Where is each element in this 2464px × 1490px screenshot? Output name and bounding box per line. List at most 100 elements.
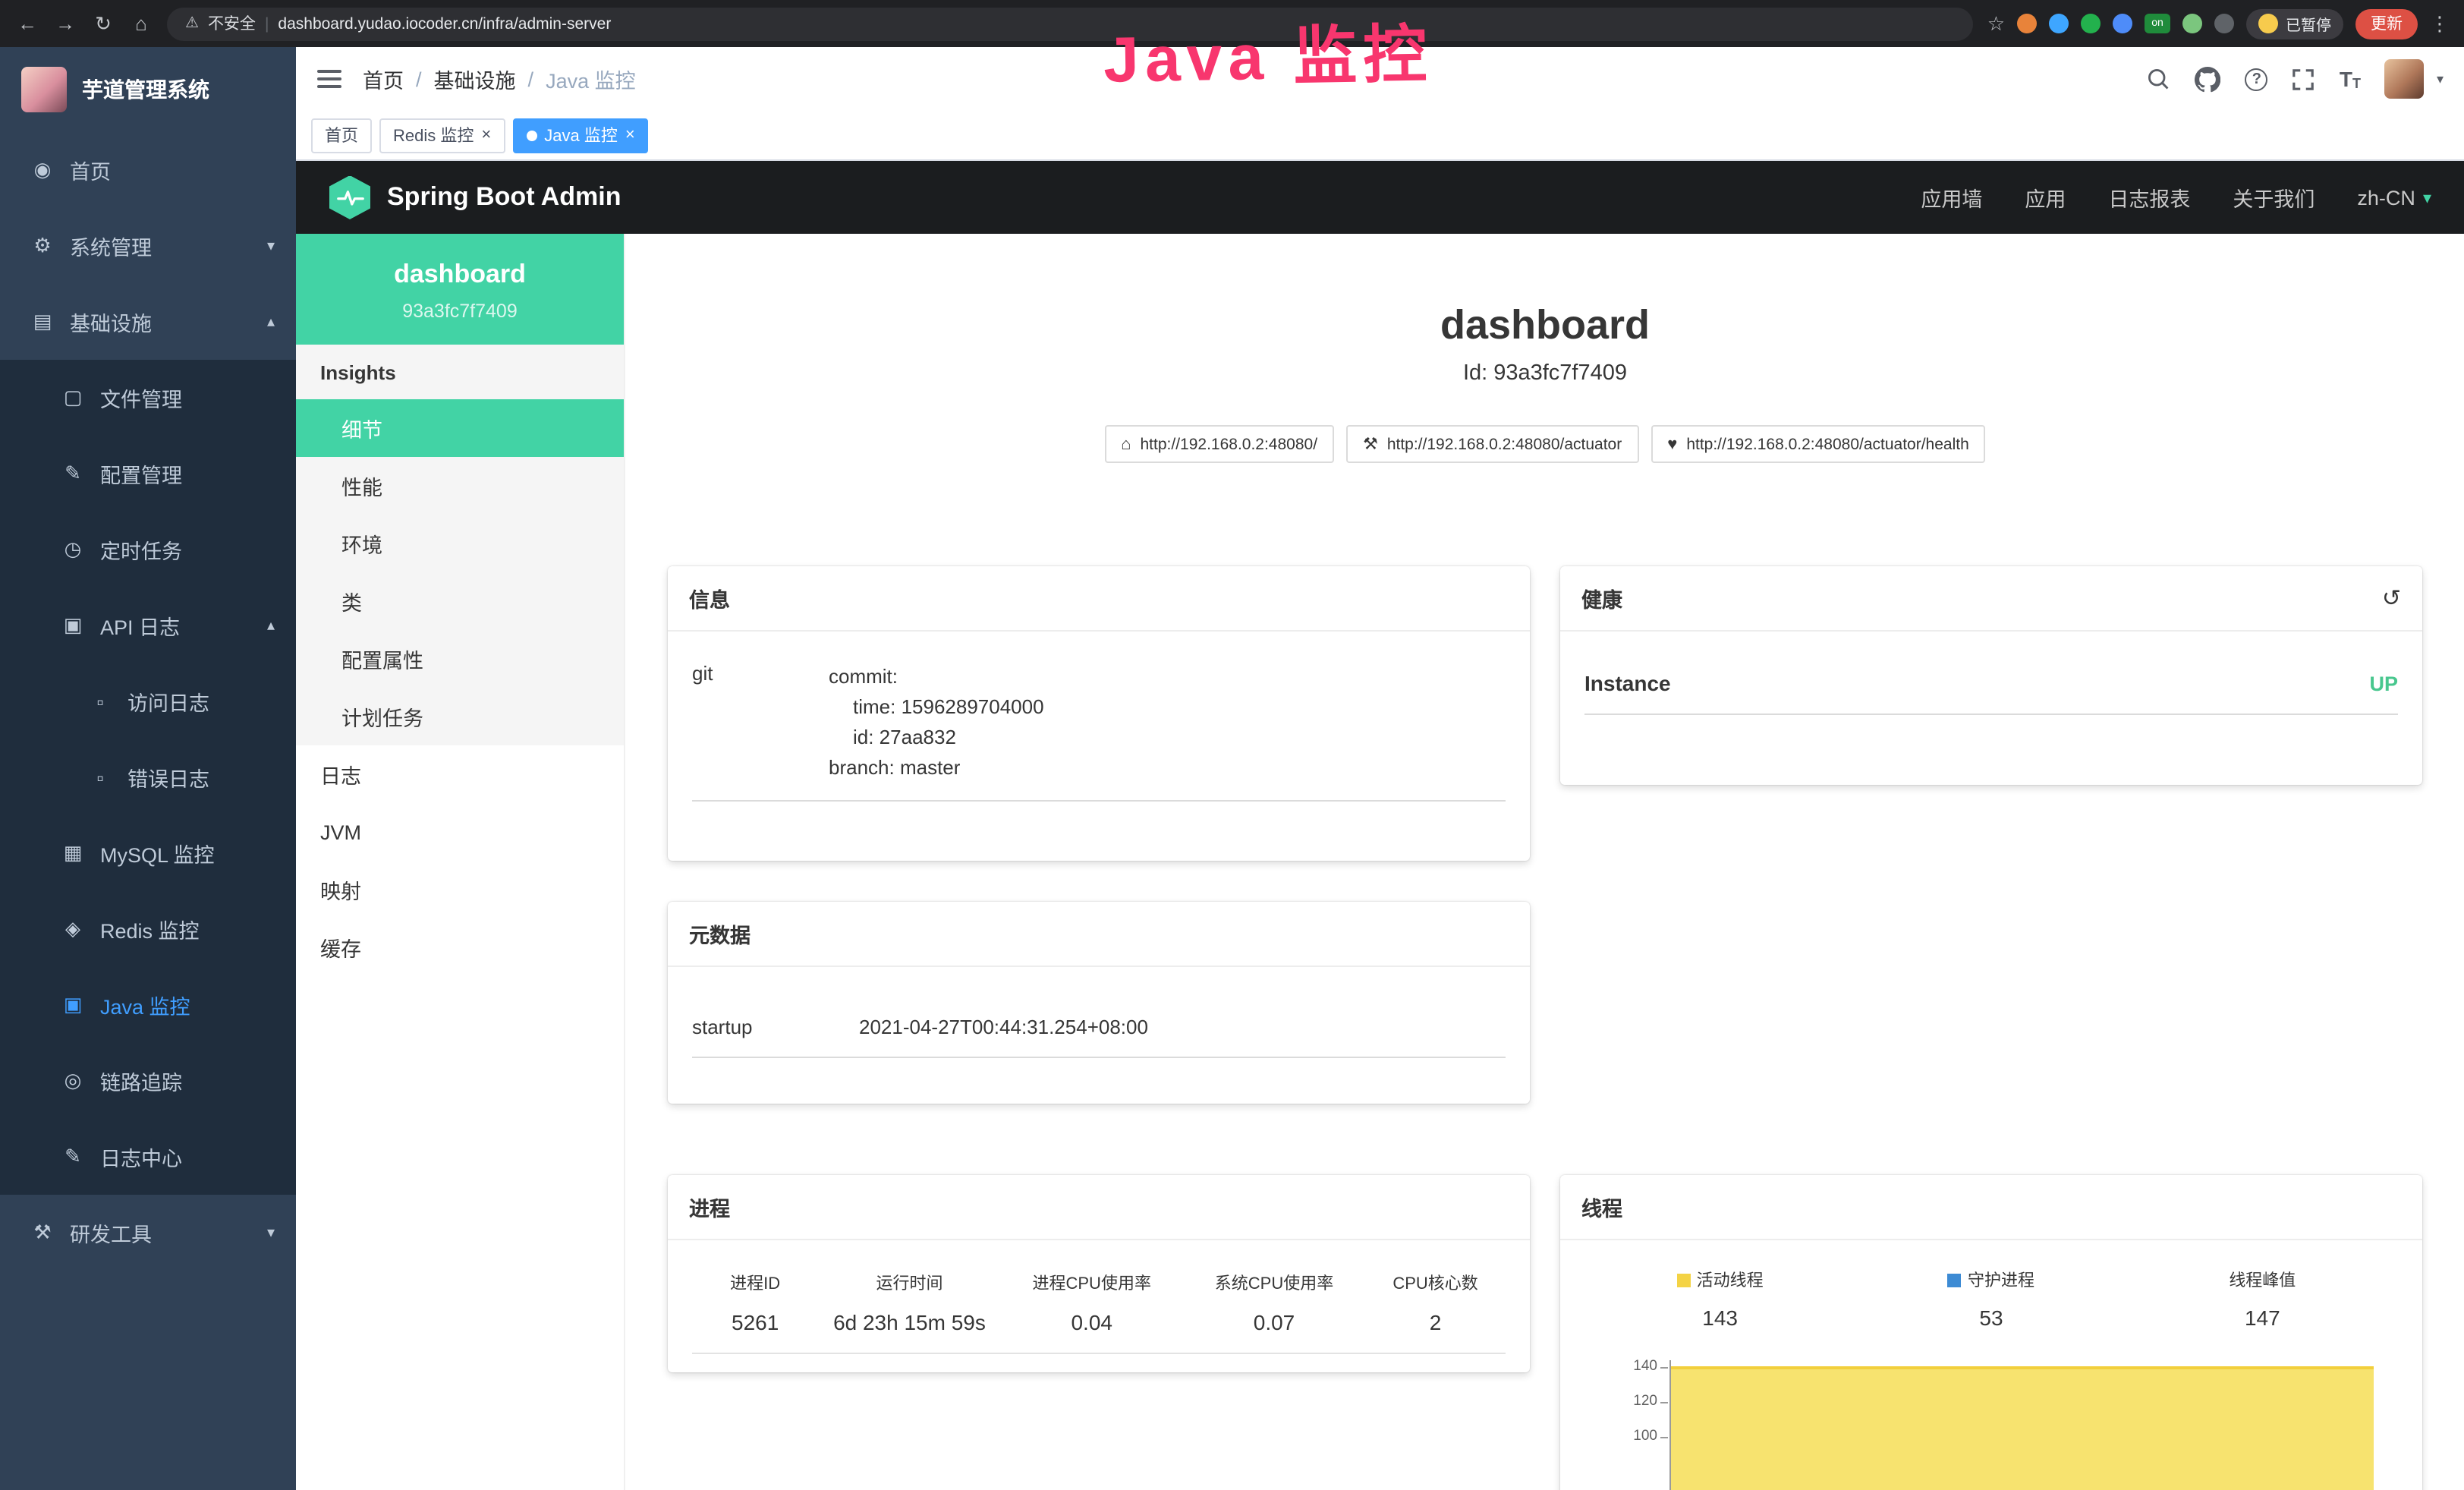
forward-icon[interactable]: →: [53, 12, 77, 35]
info-card-title: 信息: [689, 583, 730, 613]
sidebar-item-config-mgmt[interactable]: ✎ 配置管理: [0, 436, 296, 512]
font-size-icon[interactable]: TT: [2340, 67, 2361, 91]
home-icon[interactable]: ⌂: [129, 12, 153, 35]
github-icon[interactable]: [2195, 66, 2221, 92]
sidebar-item-devtools[interactable]: ⚒ 研发工具 ▾: [0, 1195, 296, 1271]
app-logo[interactable]: 芋道管理系统: [0, 47, 296, 132]
help-icon[interactable]: ?: [2245, 68, 2268, 90]
service-url-link[interactable]: ⌂ http://192.168.0.2:48080/: [1104, 425, 1334, 463]
avatar[interactable]: [2385, 59, 2425, 99]
browser-menu-icon[interactable]: ⋮: [2430, 11, 2450, 36]
update-button[interactable]: 更新: [2355, 8, 2418, 39]
address-bar[interactable]: ⚠ 不安全 | dashboard.yudao.iocoder.cn/infra…: [167, 7, 1974, 40]
metadata-label: startup: [692, 1016, 859, 1038]
live-threads-area: [1671, 1366, 2374, 1490]
process-col-header: 运行时间: [818, 1271, 1000, 1295]
trace-icon: ◎: [61, 1069, 85, 1093]
logo-image: [21, 67, 67, 112]
back-icon[interactable]: ←: [15, 12, 39, 35]
sba-item-logs[interactable]: 日志: [296, 745, 624, 803]
sidebar-item-label: Redis 监控: [100, 914, 200, 944]
hamburger-icon[interactable]: [317, 70, 341, 88]
sba-nav-applications[interactable]: 应用: [2025, 182, 2066, 213]
sba-main: dashboard Id: 93a3fc7f7409 ⌂ http://192.…: [625, 234, 2464, 1490]
process-cpu-value: 0.04: [1001, 1310, 1183, 1334]
fullscreen-icon[interactable]: [2292, 68, 2315, 90]
sidebar-item-infra[interactable]: ▤ 基础设施 ▴: [0, 284, 296, 360]
avatar-caret-icon[interactable]: ▾: [2437, 71, 2444, 87]
sidebar-item-error-log[interactable]: ▫ 错误日志: [0, 739, 296, 815]
sba-item-configprops[interactable]: 配置属性: [296, 630, 624, 688]
sidebar-item-system[interactable]: ⚙ 系统管理 ▾: [0, 208, 296, 284]
sidebar-item-label: 研发工具: [70, 1218, 152, 1248]
tab-redis-monitor[interactable]: Redis 监控 ×: [379, 118, 505, 153]
process-col-header: 进程CPU使用率: [1001, 1271, 1183, 1295]
process-table: 进程ID 运行时间 进程CPU使用率 系统CPU使用率 CPU核心数 5261 …: [692, 1258, 1506, 1354]
sba-item-caches[interactable]: 缓存: [296, 918, 624, 976]
sidebar-item-access-log[interactable]: ▫ 访问日志: [0, 663, 296, 739]
breadcrumb-separator: /: [416, 68, 422, 90]
extension-on-badge[interactable]: on: [2145, 14, 2170, 33]
info-label: git: [692, 662, 829, 784]
reload-icon[interactable]: ↻: [91, 11, 115, 36]
sidebar-item-api-log[interactable]: ▣ API 日志 ▴: [0, 587, 296, 663]
extension-icon-1[interactable]: [2017, 14, 2037, 33]
tab-home[interactable]: 首页: [311, 118, 372, 153]
health-row-instance[interactable]: Instance UP: [1584, 656, 2398, 715]
breadcrumb: 首页 / 基础设施 / Java 监控: [363, 64, 636, 94]
sidebar-item-label: 首页: [70, 155, 111, 185]
sidebar-item-home[interactable]: ◉ 首页: [0, 132, 296, 208]
sba-item-scheduled-tasks[interactable]: 计划任务: [296, 688, 624, 745]
sba-item-mappings[interactable]: 映射: [296, 861, 624, 918]
sba-item-metrics[interactable]: 性能: [296, 457, 624, 515]
gear-icon: ⚙: [30, 234, 55, 258]
metadata-row-startup: startup 2021-04-27T00:44:31.254+08:00: [692, 994, 1506, 1058]
sidebar-item-label: MySQL 监控: [100, 838, 215, 868]
sba-nav-wallboard[interactable]: 应用墙: [1921, 182, 1982, 213]
sidebar-item-mysql-monitor[interactable]: ▦ MySQL 监控: [0, 815, 296, 891]
breadcrumb-infra[interactable]: 基础设施: [434, 64, 516, 94]
sidebar-item-java-monitor[interactable]: ▣ Java 监控: [0, 967, 296, 1043]
legend-peak-threads: 线程峰值: [2127, 1268, 2398, 1292]
tab-close-icon[interactable]: ×: [625, 126, 635, 144]
sba-item-classes[interactable]: 类: [296, 572, 624, 630]
sidebar-item-file-mgmt[interactable]: ▢ 文件管理: [0, 360, 296, 436]
bookmark-star-icon[interactable]: ☆: [1987, 11, 2005, 36]
search-icon[interactable]: [2147, 67, 2171, 91]
breadcrumb-home[interactable]: 首页: [363, 64, 404, 94]
extension-icon-6[interactable]: [2214, 14, 2234, 33]
extension-icon-4[interactable]: [2113, 14, 2132, 33]
page-title: dashboard: [625, 301, 2464, 349]
cpu-cores-value: 2: [1365, 1310, 1506, 1334]
sba-item-jvm[interactable]: JVM: [296, 803, 624, 861]
tab-close-icon[interactable]: ×: [481, 126, 491, 144]
sba-section-insights[interactable]: Insights: [296, 345, 624, 399]
chevron-down-icon: ▾: [2423, 187, 2431, 207]
extension-icon-2[interactable]: [2049, 14, 2069, 33]
sidebar-item-trace[interactable]: ◎ 链路追踪: [0, 1043, 296, 1119]
sba-nav-journal[interactable]: 日志报表: [2108, 182, 2190, 213]
sba-brand: Spring Boot Admin: [387, 182, 622, 213]
sba-locale-select[interactable]: zh-CN ▾: [2357, 186, 2431, 209]
legend-daemon-threads: 守护进程: [1855, 1268, 2126, 1292]
extension-icon-5[interactable]: [2182, 14, 2202, 33]
actuator-url-link[interactable]: ⚒ http://192.168.0.2:48080/actuator: [1346, 425, 1638, 463]
sba-app-block[interactable]: dashboard 93a3fc7f7409: [296, 234, 624, 345]
log-icon: ✎: [61, 1145, 85, 1169]
security-label: 不安全: [208, 12, 256, 35]
sidebar-item-redis-monitor[interactable]: ◈ Redis 监控: [0, 891, 296, 967]
history-icon[interactable]: ↺: [2382, 584, 2401, 612]
profile-paused-chip[interactable]: 已暂停: [2246, 8, 2343, 39]
health-url-link[interactable]: ♥ http://192.168.0.2:48080/actuator/heal…: [1651, 425, 1986, 463]
sidebar-item-label: Java 监控: [100, 990, 190, 1020]
sidebar-item-log-center[interactable]: ✎ 日志中心: [0, 1119, 296, 1195]
legend-label: 线程峰值: [2229, 1268, 2296, 1292]
extension-icon-3[interactable]: [2081, 14, 2101, 33]
sidebar-item-cron[interactable]: ◷ 定时任务: [0, 512, 296, 587]
sba-item-environment[interactable]: 环境: [296, 515, 624, 572]
sba-item-details[interactable]: 细节: [296, 399, 624, 457]
sba-nav-about[interactable]: 关于我们: [2233, 182, 2315, 213]
tab-java-monitor[interactable]: Java 监控 ×: [512, 118, 648, 153]
process-col-header: 系统CPU使用率: [1183, 1271, 1365, 1295]
legend-label: 活动线程: [1697, 1268, 1764, 1292]
